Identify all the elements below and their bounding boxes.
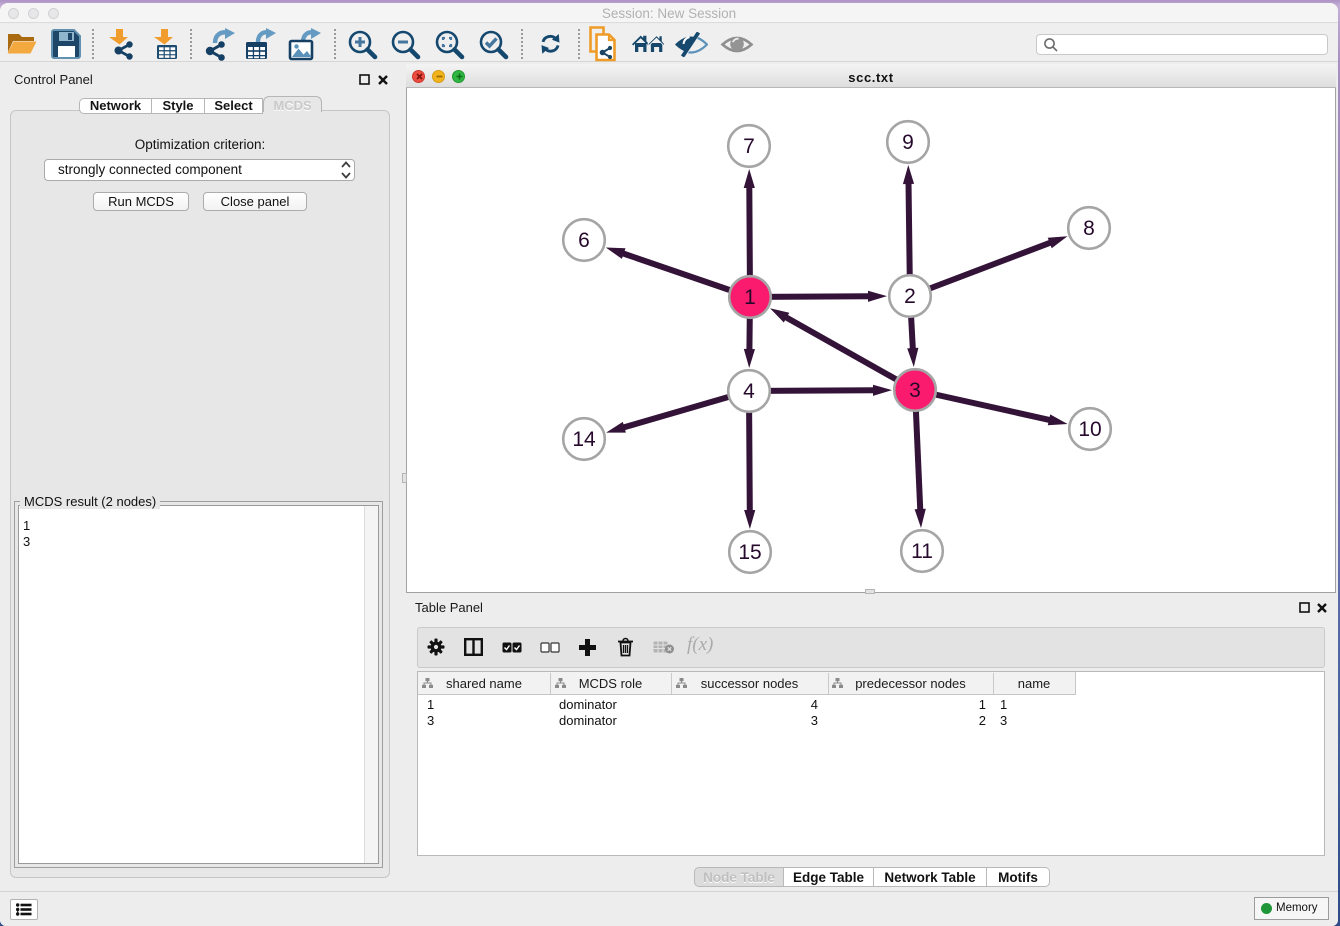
svg-text:6: 6 xyxy=(578,229,590,252)
svg-text:4: 4 xyxy=(743,380,755,403)
svg-text:2: 2 xyxy=(904,285,916,308)
svg-text:9: 9 xyxy=(902,131,914,154)
svg-text:1: 1 xyxy=(744,286,756,309)
svg-text:10: 10 xyxy=(1078,418,1101,441)
svg-text:8: 8 xyxy=(1083,217,1095,240)
svg-text:3: 3 xyxy=(909,379,921,402)
svg-text:11: 11 xyxy=(911,540,933,563)
svg-text:15: 15 xyxy=(738,541,761,564)
svg-text:14: 14 xyxy=(572,428,596,451)
svg-text:7: 7 xyxy=(743,135,755,158)
